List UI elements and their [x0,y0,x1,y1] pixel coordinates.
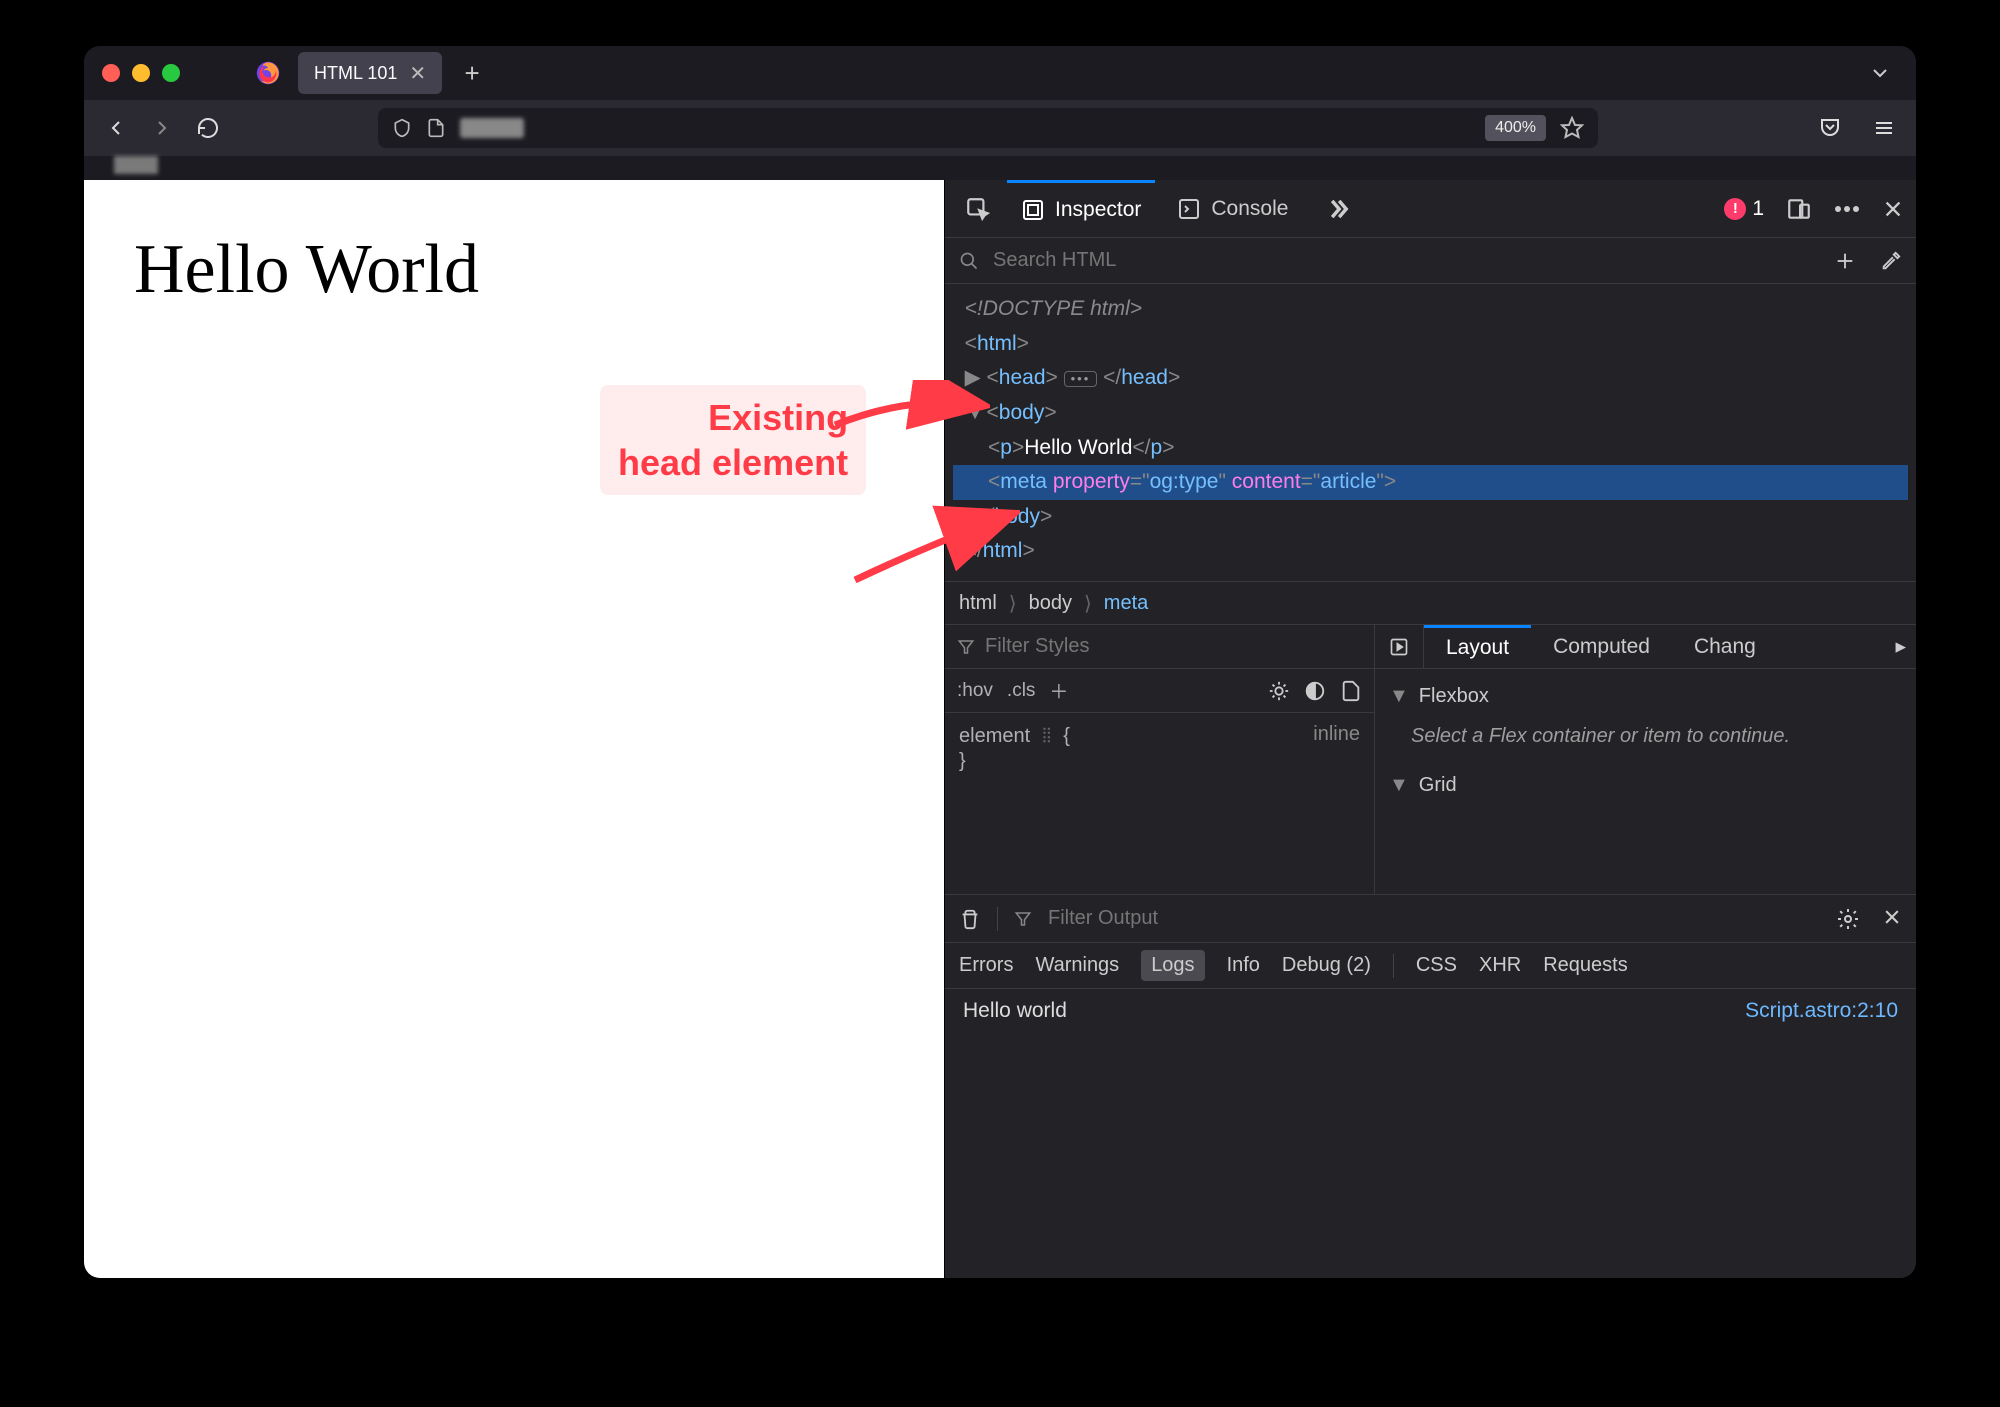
style-rule[interactable]: inline element ⦙⦙ { } [945,713,1374,783]
titlebar: HTML 101 ✕ + [84,46,1916,100]
search-icon [959,251,979,271]
print-media-icon[interactable] [1340,680,1362,702]
clear-console-icon[interactable] [959,908,981,930]
back-button[interactable] [100,112,132,144]
filter-debug[interactable]: Debug (2) [1282,954,1371,977]
filter-errors[interactable]: Errors [959,954,1013,977]
bookmark-star-icon[interactable] [1560,116,1584,140]
devtools: Inspector Console ! 1 [944,180,1916,1278]
console-message-source[interactable]: Script.astro:2:10 [1745,999,1898,1023]
filter-icon [1014,910,1032,928]
errors-badge[interactable]: ! 1 [1724,197,1764,221]
new-tab-button[interactable]: + [454,58,490,89]
filter-logs[interactable]: Logs [1141,950,1204,981]
zoom-badge[interactable]: 400% [1485,115,1546,141]
responsive-mode-icon[interactable] [1786,196,1812,222]
filter-warnings[interactable]: Warnings [1035,954,1119,977]
console-message-row[interactable]: Hello world Script.astro:2:10 [945,989,1916,1033]
url-bar[interactable]: 400% [378,108,1598,148]
reload-button[interactable] [192,112,224,144]
breadcrumb-item[interactable]: html [959,592,997,615]
tab-inspector-label: Inspector [1055,198,1141,222]
console-drawer: Errors Warnings Logs Info Debug (2) CSS … [945,895,1916,1278]
maximize-window-button[interactable] [162,64,180,82]
grid-section-header[interactable]: ▼Grid [1389,766,1902,805]
breadcrumb[interactable]: html ⟩ body ⟩ meta [945,581,1916,625]
filter-output-input[interactable] [1048,907,1820,930]
filter-styles-input[interactable] [985,635,1362,658]
dom-head-node[interactable]: ▶ <head> ••• </head> [953,361,1908,396]
light-mode-icon[interactable] [1268,680,1290,702]
styles-panel: :hov .cls ＋ inline element ⦙⦙ { } [945,625,1375,894]
filter-info[interactable]: Info [1227,954,1260,977]
browser-window: HTML 101 ✕ + 400% Hello Wo [84,46,1916,1278]
minimize-window-button[interactable] [132,64,150,82]
html-search-bar [945,238,1916,284]
tabs-list-button[interactable] [1868,61,1892,85]
layout-tab-changes[interactable]: Chang [1672,625,1778,668]
add-rule-icon[interactable]: ＋ [1049,677,1068,704]
page-content: Hello World [84,180,944,1278]
pocket-icon[interactable] [1814,112,1846,144]
traffic-lights [102,64,180,82]
filter-css[interactable]: CSS [1416,954,1457,977]
filter-xhr[interactable]: XHR [1479,954,1521,977]
devtools-tabs: Inspector Console ! 1 [945,180,1916,238]
dark-mode-icon[interactable] [1304,680,1326,702]
layout-run-icon[interactable] [1375,625,1424,668]
layout-panel: Layout Computed Chang ▸ ▼Flexbox Select … [1375,625,1916,894]
console-message-text: Hello world [963,999,1745,1023]
tab-title: HTML 101 [314,63,397,84]
firefox-icon [250,55,286,91]
eyedropper-icon[interactable] [1880,250,1902,272]
tab-console-label: Console [1211,197,1288,221]
devtools-close-icon[interactable] [1882,198,1904,220]
tab-close-icon[interactable]: ✕ [409,61,426,86]
dom-p-node[interactable]: <p>Hello World</p> [953,431,1908,466]
filter-requests[interactable]: Requests [1543,954,1628,977]
console-settings-icon[interactable] [1836,907,1860,931]
dom-meta-node-selected[interactable]: <meta property="og:type" content="articl… [953,465,1908,500]
identity-row [84,156,1916,180]
breadcrumb-item-current[interactable]: meta [1104,592,1148,615]
tabs-overflow-icon[interactable] [1310,180,1366,237]
forward-button[interactable] [146,112,178,144]
page-icon [426,117,446,139]
flexbox-empty-message: Select a Flex container or item to conti… [1389,716,1902,766]
browser-tab[interactable]: HTML 101 ✕ [298,52,442,94]
dom-doctype: <!DOCTYPE html> [965,297,1142,320]
console-close-icon[interactable] [1882,907,1902,931]
flexbox-section-header[interactable]: ▼Flexbox [1389,677,1902,716]
breadcrumb-item[interactable]: body [1029,592,1072,615]
pick-element-button[interactable] [957,180,999,237]
filter-icon [957,638,975,656]
dom-body-node[interactable]: ▼ <body> [953,396,1908,431]
html-search-input[interactable] [993,249,1820,272]
add-node-icon[interactable] [1834,250,1856,272]
layout-tabs-overflow-icon[interactable]: ▸ [1885,634,1916,659]
shield-icon [392,117,412,139]
console-filter-row: Errors Warnings Logs Info Debug (2) CSS … [945,943,1916,989]
layout-tab-computed[interactable]: Computed [1531,625,1672,668]
app-menu-icon[interactable] [1868,112,1900,144]
hov-toggle[interactable]: :hov [957,680,993,702]
errors-count: 1 [1752,197,1764,221]
inline-label: inline [1313,723,1360,746]
cls-toggle[interactable]: .cls [1007,680,1036,702]
close-window-button[interactable] [102,64,120,82]
devtools-menu-icon[interactable] [1834,205,1860,213]
layout-tab-layout[interactable]: Layout [1424,625,1531,668]
tab-console[interactable]: Console [1163,180,1302,237]
navigation-toolbar: 400% [84,100,1916,156]
error-icon: ! [1724,198,1746,220]
page-heading: Hello World [134,230,894,310]
url-text [460,118,524,138]
tab-inspector[interactable]: Inspector [1007,180,1155,237]
dom-tree[interactable]: <!DOCTYPE html> <html> ▶ <head> ••• </he… [945,284,1916,581]
